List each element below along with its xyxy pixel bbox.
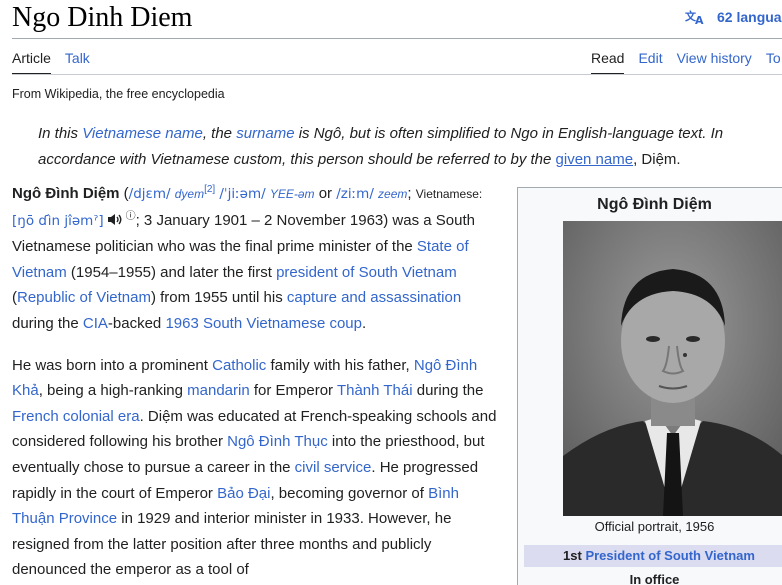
respelling-link-3[interactable]: zeem	[378, 187, 407, 201]
text: -backed	[107, 314, 166, 332]
text: ) from 1955 until his	[150, 289, 287, 307]
hatnote-text: In this	[38, 125, 83, 142]
tab-view-history[interactable]: View history	[677, 50, 752, 75]
link-president-of-south-vietnam[interactable]: president of South Vietnam	[276, 264, 457, 281]
link-1963-coup[interactable]: 1963 South Vietnamese coup	[165, 315, 362, 332]
link-capture-and-assassination[interactable]: capture and assassination	[287, 289, 461, 306]
text: ; 3 January 1901 – 2 November 1963)	[135, 211, 389, 229]
view-tabs: Read Edit View history To	[591, 50, 782, 75]
portrait-caption: Official portrait, 1956	[594, 519, 715, 534]
text: He was born into a prominent	[12, 356, 213, 374]
text: , being a high-ranking	[38, 382, 188, 400]
infobox-title: Ngô Đình Diệm	[597, 196, 712, 213]
text: .	[362, 314, 367, 332]
ipa-link-3[interactable]: /ziːm/	[336, 186, 374, 202]
link-bao-dai[interactable]: Bảo Đại	[217, 485, 270, 502]
link-president-office[interactable]: President of South Vietnam	[585, 548, 755, 563]
office-ordinal: 1st	[563, 548, 586, 563]
tab-edit[interactable]: Edit	[638, 50, 662, 75]
vietnamese-ipa-link[interactable]: [ŋō ɗìn jîəmˀ]	[12, 213, 104, 229]
text: , becoming governor of	[270, 484, 429, 502]
title-divider	[12, 38, 782, 39]
link-catholic[interactable]: Catholic	[212, 357, 266, 374]
hatnote: In this Vietnamese name, the surname is …	[38, 121, 778, 173]
translate-icon: 文 A	[685, 9, 704, 25]
languages-label: 62 languag	[717, 9, 782, 25]
link-french-colonial-era[interactable]: French colonial era	[12, 408, 140, 425]
page-title: Ngo Dinh Diem	[12, 2, 193, 33]
respelling-link-1[interactable]: dyem	[175, 187, 204, 201]
link-republic-of-vietnam[interactable]: Republic of Vietnam	[17, 289, 151, 306]
svg-text:A: A	[695, 14, 704, 25]
tabs-divider	[12, 74, 782, 75]
link-given-name[interactable]: given name	[556, 151, 634, 168]
link-surname[interactable]: surname	[236, 125, 294, 142]
text: during the	[412, 382, 484, 400]
office-header: 1st President of South Vietnam	[524, 545, 782, 567]
link-ngo-dinh-thuc[interactable]: Ngô Đình Thục	[227, 433, 328, 450]
article-body: Ngô Đình Diệm (/djɛm/ dyem[2] /ˈjiːəm/ Y…	[12, 181, 504, 585]
text: for Emperor	[249, 382, 337, 400]
speaker-icon[interactable]	[107, 213, 123, 226]
respelling-link-2[interactable]: YEE-əm	[270, 187, 315, 201]
text: or	[314, 185, 337, 202]
text: (	[119, 185, 129, 202]
ipa-link-1[interactable]: /djɛm/	[129, 186, 171, 202]
citation-link[interactable]: [2]	[204, 184, 215, 195]
in-office-label: In office	[629, 572, 680, 585]
ipa-link-2[interactable]: /ˈjiːəm/	[219, 186, 265, 202]
site-tagline: From Wikipedia, the free encyclopedia	[12, 87, 225, 101]
language-label: Vietnamese:	[415, 187, 483, 201]
text: (1954–1955) and later the first	[66, 263, 277, 281]
text: during the	[12, 314, 83, 332]
lead-paragraph: Ngô Đình Diệm (/djɛm/ dyem[2] /ˈjiːəm/ Y…	[12, 181, 504, 337]
text: ;	[407, 185, 412, 202]
link-mandarin[interactable]: mandarin	[187, 382, 250, 399]
namespace-tabs: Article Talk	[12, 50, 104, 75]
link-cia[interactable]: CIA	[83, 315, 108, 332]
link-thanh-thai[interactable]: Thành Thái	[337, 382, 413, 399]
official-portrait-image[interactable]	[563, 221, 782, 516]
infobox: Ngô Đình Diệm Official portrait, 1956 1s…	[517, 187, 782, 585]
second-paragraph: He was born into a prominent Catholic fa…	[12, 353, 504, 583]
info-icon[interactable]: ⓘ	[126, 211, 136, 222]
languages-button[interactable]: 文 A 62 languag	[685, 9, 782, 25]
article-subject-name: Ngô Đình Diệm	[12, 185, 120, 202]
text: family with his father,	[266, 356, 414, 374]
hatnote-text: , Diệm.	[633, 151, 681, 168]
tab-read[interactable]: Read	[591, 50, 625, 75]
tab-article[interactable]: Article	[12, 50, 51, 75]
hatnote-text: , the	[202, 125, 237, 142]
tab-tools[interactable]: To	[766, 50, 781, 75]
link-civil-service[interactable]: civil service	[295, 459, 372, 476]
tab-talk[interactable]: Talk	[65, 50, 90, 75]
link-vietnamese-name[interactable]: Vietnamese name	[82, 125, 203, 142]
